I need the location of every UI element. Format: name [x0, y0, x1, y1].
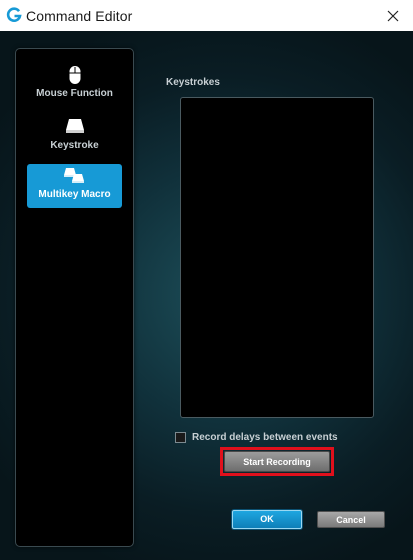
record-delays-checkbox[interactable]: [175, 431, 186, 443]
keystrokes-list[interactable]: [180, 97, 374, 418]
close-icon: [387, 10, 399, 21]
key-icon: [65, 119, 84, 133]
cancel-button[interactable]: Cancel: [317, 511, 385, 528]
logitech-g-icon: [6, 7, 22, 22]
record-delays-label: Record delays between events: [192, 431, 338, 443]
start-recording-button[interactable]: Start Recording: [224, 451, 330, 472]
command-type-sidebar: Mouse Function Keystroke Multikey Macro: [15, 48, 134, 547]
sidebar-item-label: Keystroke: [50, 140, 99, 151]
record-delays-option[interactable]: Record delays between events: [175, 430, 338, 444]
sidebar-item-multikey-macro[interactable]: Multikey Macro: [27, 164, 122, 208]
keystrokes-heading: Keystrokes: [166, 77, 220, 88]
sidebar-item-label: Multikey Macro: [38, 189, 111, 200]
mouse-icon: [69, 66, 80, 84]
title-bar: Command Editor: [0, 0, 413, 31]
window-title: Command Editor: [26, 8, 133, 24]
sidebar-item-keystroke[interactable]: Keystroke: [27, 115, 122, 159]
dialog-body: Mouse Function Keystroke Multikey Macro …: [0, 31, 413, 560]
multikey-icon: [63, 168, 84, 183]
close-button[interactable]: [373, 0, 413, 31]
sidebar-item-mouse-function[interactable]: Mouse Function: [27, 63, 122, 107]
ok-button[interactable]: OK: [232, 510, 302, 529]
sidebar-item-label: Mouse Function: [36, 88, 113, 99]
